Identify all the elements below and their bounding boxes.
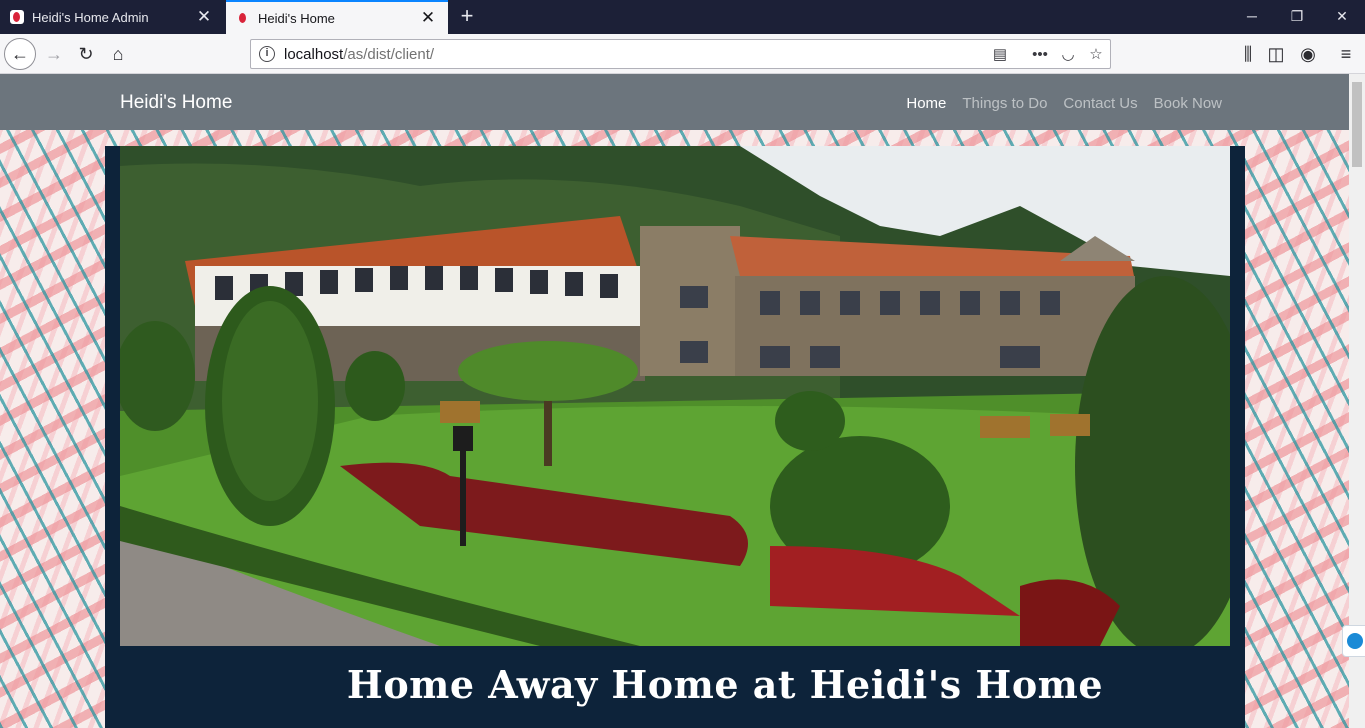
page-viewport: Heidi's Home Home Things to Do Contact U… [0, 74, 1349, 728]
reader-view-icon[interactable]: ▤ [989, 44, 1011, 66]
close-icon[interactable]: ✕ [416, 8, 440, 28]
restore-icon[interactable]: ❐ [1274, 0, 1320, 34]
menu-icon[interactable]: ≡ [1330, 38, 1362, 70]
home-icon[interactable]: ⌂ [102, 38, 134, 70]
url-bar[interactable]: i localhost/as/dist/client/ ▤ ••• ◡ ☆ [250, 39, 1111, 69]
tab-admin[interactable]: Heidi's Home Admin ✕ [0, 0, 224, 34]
tab-title: Heidi's Home Admin [32, 9, 149, 25]
minimize-icon[interactable]: ─ [1229, 0, 1275, 34]
url-path: /as/dist/client/ [343, 46, 435, 63]
reload-icon[interactable]: ↻ [70, 38, 102, 70]
nav-home[interactable]: Home [906, 95, 946, 112]
window-close-icon[interactable]: ✕ [1319, 0, 1365, 34]
pocket-icon[interactable]: ◡ [1057, 44, 1079, 66]
hero-panel: Home Away Home at Heidi's Home [105, 146, 1245, 728]
nav-contact-us[interactable]: Contact Us [1063, 95, 1137, 112]
site-navbar: Heidi's Home Home Things to Do Contact U… [0, 74, 1349, 130]
teamviewer-icon[interactable] [1342, 625, 1365, 657]
tab-bar: Heidi's Home Admin ✕ Heidi's Home ✕ + ─ … [0, 0, 1365, 34]
site-favicon-icon [10, 10, 24, 24]
account-icon[interactable]: ◉ [1292, 38, 1324, 70]
hero-headline: Home Away Home at Heidi's Home [346, 662, 1104, 707]
forward-arrow-icon[interactable]: → [38, 38, 70, 70]
site-brand[interactable]: Heidi's Home [120, 92, 232, 114]
scrollbar-thumb[interactable] [1352, 82, 1362, 167]
tab-title: Heidi's Home [258, 10, 335, 26]
site-menu: Home Things to Do Contact Us Book Now [906, 95, 1222, 112]
url-text[interactable]: localhost/as/dist/client/ [284, 46, 434, 63]
info-icon[interactable]: i [259, 46, 275, 62]
bookmark-star-icon[interactable]: ☆ [1085, 44, 1107, 66]
sidebar-icon[interactable]: ◫ [1260, 38, 1292, 70]
tab-home[interactable]: Heidi's Home ✕ [226, 0, 448, 34]
page-actions-icon[interactable]: ••• [1029, 44, 1051, 66]
site-favicon-icon [236, 11, 250, 25]
nav-things-to-do[interactable]: Things to Do [962, 95, 1047, 112]
back-arrow-icon[interactable]: ← [4, 38, 36, 70]
close-icon[interactable]: ✕ [192, 7, 216, 27]
new-tab-icon[interactable]: + [454, 3, 480, 29]
nav-book-now[interactable]: Book Now [1154, 95, 1222, 112]
browser-toolbar: ← → ↻ ⌂ i localhost/as/dist/client/ ▤ ••… [0, 34, 1365, 74]
url-host: localhost [284, 46, 344, 63]
hero-image [120, 146, 1230, 646]
